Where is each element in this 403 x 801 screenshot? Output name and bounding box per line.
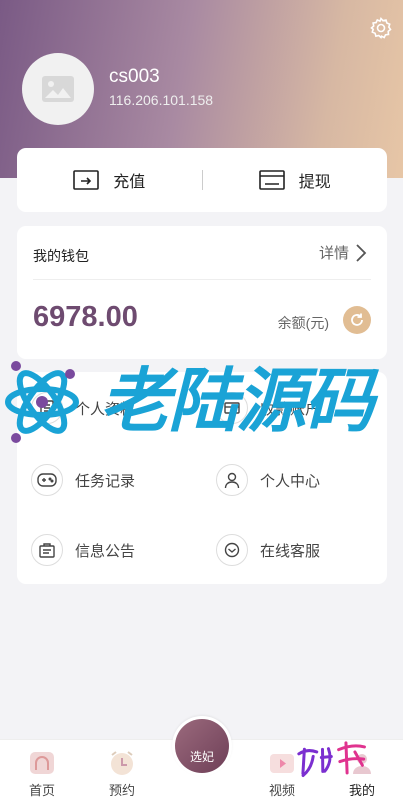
signature-watermark-icon xyxy=(293,732,378,794)
recharge-icon xyxy=(73,170,100,190)
user-ip: 116.206.101.158 xyxy=(109,92,214,108)
menu-item-personal-center[interactable]: 个人中心 xyxy=(216,464,320,496)
recharge-button[interactable]: 充值 xyxy=(17,168,202,192)
image-placeholder-icon xyxy=(42,76,74,102)
menu-item-label: 任务记录 xyxy=(75,472,136,490)
wallet-detail-label: 详情 xyxy=(318,245,349,262)
menu-item-support[interactable]: 在线客服 xyxy=(216,534,320,566)
menu-grid: 个人资料 收款账户 任务记录 个人中心 信息公告 在线客服 xyxy=(17,372,387,584)
gear-icon[interactable] xyxy=(369,16,393,40)
menu-item-label: 信息公告 xyxy=(75,542,136,560)
avatar[interactable] xyxy=(22,53,94,125)
chevron-right-icon xyxy=(356,243,367,262)
menu-item-account[interactable]: 收款账户 xyxy=(216,392,320,424)
clock-icon xyxy=(111,751,133,775)
profile-icon xyxy=(31,392,63,424)
refresh-button[interactable] xyxy=(343,306,371,334)
tab-label: 视频 xyxy=(268,783,295,798)
tab-booking[interactable]: 预约 xyxy=(92,740,152,801)
select-badge: 选妃 xyxy=(175,719,229,773)
menu-item-notice[interactable]: 信息公告 xyxy=(31,534,135,566)
gamepad-icon xyxy=(31,464,63,496)
divider xyxy=(33,279,371,280)
home-icon xyxy=(30,752,54,774)
person-icon xyxy=(216,464,248,496)
menu-item-label: 收款账户 xyxy=(260,400,321,418)
refresh-icon xyxy=(351,313,363,326)
tab-label: 首页 xyxy=(28,783,55,798)
withdraw-button[interactable]: 提现 xyxy=(203,168,388,192)
withdraw-icon xyxy=(258,170,285,190)
balance-amount: 6978.00 xyxy=(33,301,138,333)
action-bar: 充值 提现 xyxy=(17,148,387,212)
username: cs003 xyxy=(109,66,160,87)
tab-select-center-button[interactable]: 选妃 xyxy=(172,716,232,776)
balance-label: 余额(元) xyxy=(277,315,329,331)
menu-item-label: 个人资料 xyxy=(75,400,136,418)
notice-icon xyxy=(31,534,63,566)
wallet-title: 我的钱包 xyxy=(33,248,89,264)
menu-item-label: 个人中心 xyxy=(260,472,321,490)
tab-home[interactable]: 首页 xyxy=(12,740,72,801)
menu-item-label: 在线客服 xyxy=(260,542,321,560)
tab-label: 预约 xyxy=(108,783,135,798)
withdraw-label: 提现 xyxy=(298,174,331,191)
recharge-label: 充值 xyxy=(113,174,146,191)
video-icon xyxy=(270,754,294,773)
support-icon xyxy=(216,534,248,566)
tab-label: 选妃 xyxy=(189,750,214,764)
wallet-card: 我的钱包 详情 6978.00 余额(元) xyxy=(17,226,387,359)
account-icon xyxy=(216,392,248,424)
menu-item-task-records[interactable]: 任务记录 xyxy=(31,464,135,496)
menu-item-profile[interactable]: 个人资料 xyxy=(31,392,135,424)
wallet-detail-link[interactable]: 详情 xyxy=(319,242,367,263)
